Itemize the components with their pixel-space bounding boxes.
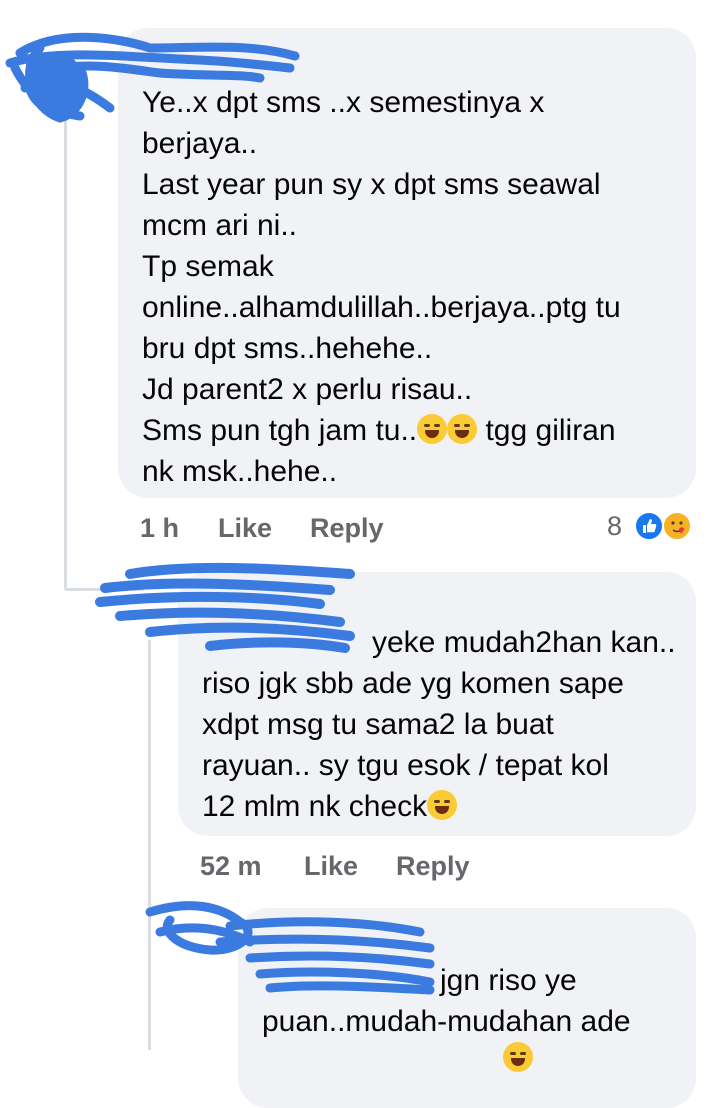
reply-text-line: xdpt msg tu sama2 la buat xyxy=(202,708,554,741)
reply-button[interactable]: Reply xyxy=(396,851,470,882)
reply-timestamp: 52 m xyxy=(200,851,262,881)
redaction-scribble xyxy=(95,562,355,653)
comment-text-line: online..alhamdulillah..berjaya..ptg tu xyxy=(142,291,621,324)
comment-text-line: nk msk..hehe.. xyxy=(142,455,338,488)
thread-line-main xyxy=(64,100,67,590)
emoji-icon xyxy=(503,1042,533,1072)
comment-text-line: Jd parent2 x perlu risau.. xyxy=(142,373,473,406)
comment-text-fragment: tgg giliran xyxy=(477,414,616,447)
reply-button[interactable]: Reply xyxy=(310,513,384,544)
reply-text-line: riso jgk sbb ade yg komen sape xyxy=(202,667,624,700)
comment-text-line: Last year pun sy x dpt sms seawal xyxy=(142,168,601,201)
comment-text-fragment: Sms pun tgh jam tu.. xyxy=(142,414,418,447)
comment-text-line: mcm ari ni.. xyxy=(142,209,298,242)
like-button[interactable]: Like xyxy=(218,513,272,544)
redaction-scribble xyxy=(145,901,435,995)
comment-text-line: Tp semak xyxy=(142,250,274,283)
grinning-sweat-emoji-icon xyxy=(427,790,458,820)
comment-text-line: bru dpt sms..hehehe.. xyxy=(142,332,433,365)
like-button[interactable]: Like xyxy=(304,851,358,882)
rolling-laughing-emoji-icon xyxy=(447,414,478,444)
rolling-laughing-emoji-icon xyxy=(417,414,448,444)
comment-timestamp: 1 h xyxy=(140,513,180,543)
comment-text-line-with-emoji: Sms pun tgh jam tu.. tgg giliran xyxy=(142,410,682,451)
reply-text-fragment: 12 mlm nk check xyxy=(202,790,428,823)
like-icon xyxy=(634,511,664,541)
comment-text-line: berjaya.. xyxy=(142,127,258,160)
reply-text-line: rayuan.. sy tgu esok / tepat kol xyxy=(202,749,609,782)
reaction-count[interactable]: 8 xyxy=(607,511,622,542)
redaction-scribble xyxy=(5,32,300,123)
care-icon xyxy=(662,511,692,541)
reply-text-line: puan..mudah-mudahan ade xyxy=(262,1005,631,1038)
reply-text-line-with-emoji: 12 mlm nk check xyxy=(202,786,682,827)
